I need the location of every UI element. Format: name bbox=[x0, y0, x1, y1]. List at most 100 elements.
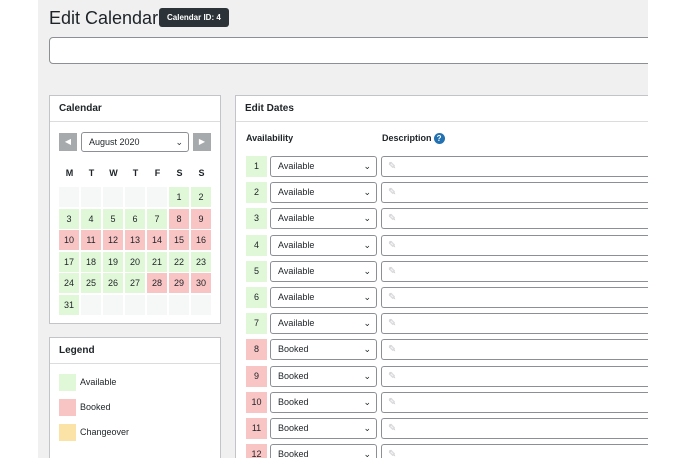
description-input[interactable]: ✎ bbox=[381, 313, 648, 335]
weekday-label: T bbox=[132, 168, 139, 178]
edit-date-row: 4 Available ⌄ ✎ bbox=[246, 234, 648, 256]
description-column-header: Description? bbox=[382, 133, 445, 145]
calendar-day[interactable]: 25 bbox=[81, 273, 101, 293]
availability-select[interactable]: Booked ⌄ bbox=[270, 418, 377, 439]
help-icon[interactable]: ? bbox=[433, 133, 445, 145]
next-month-button[interactable]: ▶ bbox=[193, 133, 211, 151]
chevron-down-icon: ⌄ bbox=[363, 239, 371, 250]
calendar-day[interactable]: 15 bbox=[169, 230, 189, 250]
pencil-icon: ✎ bbox=[388, 344, 397, 356]
calendar-day[interactable]: 28 bbox=[147, 273, 167, 293]
calendar-day[interactable]: 8 bbox=[169, 208, 189, 229]
page-title: Edit Calendar bbox=[49, 8, 159, 28]
calendar-empty-cell bbox=[147, 294, 167, 315]
availability-select[interactable]: Available ⌄ bbox=[270, 260, 377, 282]
calendar-empty-cell bbox=[125, 294, 145, 315]
calendar-day[interactable]: 12 bbox=[103, 230, 123, 250]
calendar-day[interactable]: 27 bbox=[125, 273, 145, 293]
legend-panel: Legend Available Booked Changeover bbox=[49, 337, 221, 458]
availability-select[interactable]: Booked ⌄ bbox=[270, 339, 377, 361]
weekday-label: S bbox=[176, 168, 183, 178]
availability-select[interactable]: Available ⌄ bbox=[270, 208, 377, 230]
edit-dates-panel-title: Edit Dates bbox=[236, 96, 648, 122]
calendar-day[interactable]: 19 bbox=[103, 251, 123, 272]
calendar-day[interactable]: 2 bbox=[191, 187, 211, 207]
calendar-day[interactable]: 21 bbox=[147, 251, 167, 272]
description-input[interactable]: ✎ bbox=[381, 156, 648, 177]
calendar-day[interactable]: 1 bbox=[169, 187, 189, 207]
description-input[interactable]: ✎ bbox=[381, 418, 648, 439]
calendar-title-input[interactable] bbox=[49, 37, 648, 64]
calendar-day[interactable]: 20 bbox=[125, 251, 145, 272]
previous-month-button[interactable]: ◀ bbox=[59, 133, 77, 151]
calendar-day[interactable]: 10 bbox=[59, 230, 79, 250]
description-input[interactable]: ✎ bbox=[381, 444, 648, 458]
edit-date-row: 1 Available ⌄ ✎ bbox=[246, 156, 648, 177]
chevron-down-icon: ⌄ bbox=[363, 396, 371, 407]
calendar-day[interactable]: 3 bbox=[59, 208, 79, 229]
description-input[interactable]: ✎ bbox=[381, 365, 648, 387]
calendar-day[interactable]: 18 bbox=[81, 251, 101, 272]
calendar-day[interactable]: 7 bbox=[147, 208, 167, 229]
availability-select[interactable]: Booked ⌄ bbox=[270, 365, 377, 387]
edit-date-day-number: 10 bbox=[246, 391, 267, 413]
calendar-day[interactable]: 14 bbox=[147, 230, 167, 250]
edit-date-day-number: 3 bbox=[246, 208, 267, 230]
legend-panel-title: Legend bbox=[50, 338, 220, 364]
calendar-day[interactable]: 11 bbox=[81, 230, 101, 250]
calendar-day[interactable]: 30 bbox=[191, 273, 211, 293]
legend-label: Booked bbox=[80, 402, 111, 412]
edit-date-day-number: 5 bbox=[246, 260, 267, 282]
availability-select[interactable]: Available ⌄ bbox=[270, 182, 377, 204]
calendar-empty-cell bbox=[81, 187, 101, 207]
description-input[interactable]: ✎ bbox=[381, 208, 648, 230]
calendar-day[interactable]: 22 bbox=[169, 251, 189, 272]
calendar-day[interactable]: 6 bbox=[125, 208, 145, 229]
edit-date-day-number: 2 bbox=[246, 182, 267, 204]
calendar-day[interactable]: 5 bbox=[103, 208, 123, 229]
calendar-day[interactable]: 17 bbox=[59, 251, 79, 272]
pencil-icon: ✎ bbox=[388, 213, 397, 225]
calendar-day[interactable]: 26 bbox=[103, 273, 123, 293]
description-input[interactable]: ✎ bbox=[381, 182, 648, 204]
legend-swatch bbox=[59, 374, 76, 391]
edit-date-row: 12 Booked ⌄ ✎ bbox=[246, 444, 648, 458]
pencil-icon: ✎ bbox=[388, 265, 397, 277]
calendar-day[interactable]: 13 bbox=[125, 230, 145, 250]
calendar-day[interactable]: 31 bbox=[59, 294, 79, 315]
edit-date-row: 11 Booked ⌄ ✎ bbox=[246, 418, 648, 439]
availability-select-value: Available bbox=[278, 187, 315, 198]
month-select[interactable]: August 2020 ⌄ bbox=[81, 132, 189, 152]
availability-select[interactable]: Available ⌄ bbox=[270, 156, 377, 177]
calendar-empty-cell bbox=[191, 294, 211, 315]
availability-select[interactable]: Available ⌄ bbox=[270, 234, 377, 256]
availability-select[interactable]: Booked ⌄ bbox=[270, 444, 377, 458]
calendar-day[interactable]: 16 bbox=[191, 230, 211, 250]
calendar-day[interactable]: 9 bbox=[191, 208, 211, 229]
calendar-day[interactable]: 23 bbox=[191, 251, 211, 272]
calendar-day[interactable]: 24 bbox=[59, 273, 79, 293]
description-input[interactable]: ✎ bbox=[381, 287, 648, 308]
availability-select-value: Available bbox=[278, 292, 315, 302]
calendar-day[interactable]: 29 bbox=[169, 273, 189, 293]
edit-date-row: 5 Available ⌄ ✎ bbox=[246, 260, 648, 282]
chevron-down-icon: ⌄ bbox=[363, 292, 371, 302]
description-input[interactable]: ✎ bbox=[381, 234, 648, 256]
edit-date-day-number: 9 bbox=[246, 365, 267, 387]
calendar-day[interactable]: 4 bbox=[81, 208, 101, 229]
description-input[interactable]: ✎ bbox=[381, 260, 648, 282]
calendar-empty-cell bbox=[147, 187, 167, 207]
weekday-label: T bbox=[88, 168, 95, 178]
availability-select[interactable]: Booked ⌄ bbox=[270, 391, 377, 413]
availability-select-value: Available bbox=[278, 213, 315, 224]
legend-label: Available bbox=[80, 377, 117, 387]
calendar-empty-cell bbox=[103, 294, 123, 315]
description-input[interactable]: ✎ bbox=[381, 391, 648, 413]
edit-date-row: 9 Booked ⌄ ✎ bbox=[246, 365, 648, 387]
availability-column-header: Availability bbox=[246, 133, 294, 143]
description-input[interactable]: ✎ bbox=[381, 339, 648, 361]
legend-label: Changeover bbox=[80, 427, 130, 437]
availability-select[interactable]: Available ⌄ bbox=[270, 287, 377, 308]
edit-date-day-number: 11 bbox=[246, 418, 267, 439]
availability-select[interactable]: Available ⌄ bbox=[270, 313, 377, 335]
